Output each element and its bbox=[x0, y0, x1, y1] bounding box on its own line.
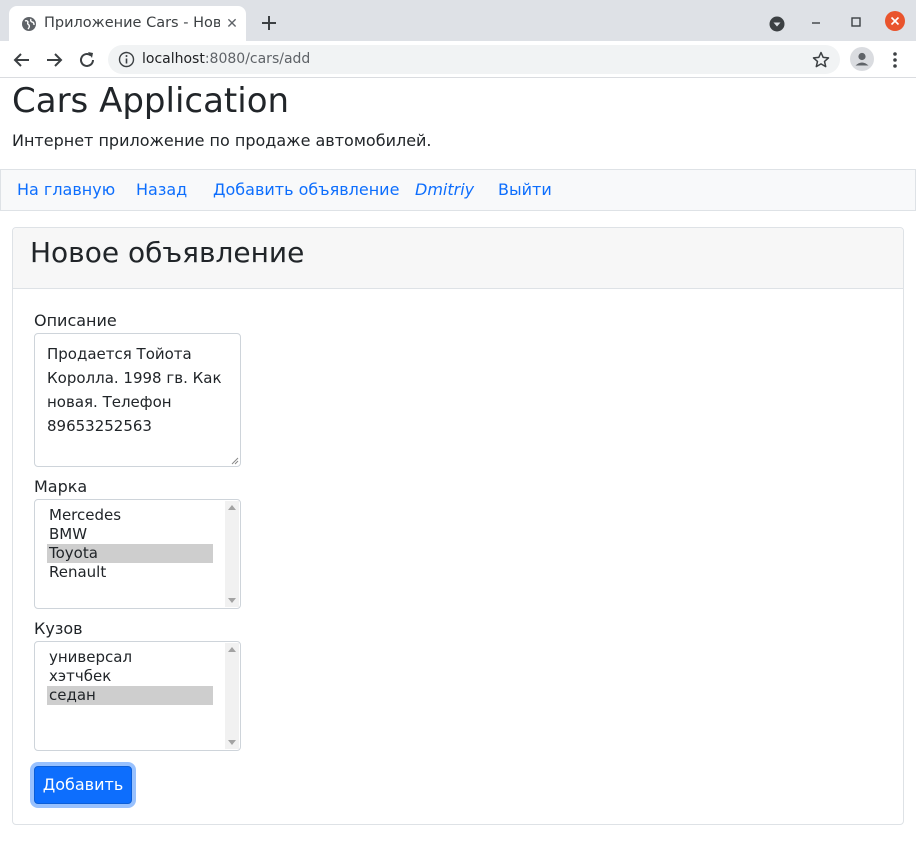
reload-icon[interactable] bbox=[76, 49, 98, 71]
browser-tabstrip: Приложение Cars - Новое объявление ✕ bbox=[0, 0, 916, 41]
browser-toolbar: localhost:8080/cars/add bbox=[0, 41, 916, 78]
body-label: Кузов bbox=[34, 619, 83, 638]
description-text: Продается Тойота Королла. 1998 гв. Как н… bbox=[47, 345, 227, 435]
brand-option[interactable]: Renault bbox=[47, 563, 213, 582]
window-close-button[interactable] bbox=[885, 11, 905, 31]
menu-icon[interactable] bbox=[766, 12, 788, 34]
nav-back-link[interactable]: Назад bbox=[136, 180, 187, 199]
minimize-icon[interactable] bbox=[805, 12, 827, 34]
nav-add-ad-link[interactable]: Добавить объявление bbox=[213, 180, 399, 199]
body-scrollbar[interactable] bbox=[225, 643, 239, 749]
back-icon[interactable] bbox=[11, 49, 33, 71]
new-ad-card: Новое объявление Описание Продается Тойо… bbox=[12, 227, 904, 825]
scroll-up-icon[interactable] bbox=[228, 505, 236, 510]
maximize-icon[interactable] bbox=[845, 12, 867, 34]
tab-title: Приложение Cars - Новое объявление bbox=[44, 15, 220, 31]
address-bar[interactable]: localhost:8080/cars/add bbox=[108, 45, 840, 74]
nav-logout-link[interactable]: Выйти bbox=[498, 180, 552, 199]
brand-label: Марка bbox=[34, 477, 88, 496]
profile-icon bbox=[855, 52, 869, 66]
brand-option[interactable]: Mercedes bbox=[47, 506, 213, 525]
brand-select[interactable]: Mercedes BMW Toyota Renault bbox=[34, 499, 241, 609]
add-submit-button[interactable]: Добавить bbox=[34, 766, 132, 804]
brand-option-selected[interactable]: Toyota bbox=[47, 544, 213, 563]
forward-icon[interactable] bbox=[43, 49, 65, 71]
app-subtitle: Интернет приложение по продаже автомобил… bbox=[12, 131, 432, 150]
globe-icon bbox=[22, 17, 36, 31]
url-path: :8080/cars/add bbox=[204, 51, 311, 67]
scroll-down-icon[interactable] bbox=[228, 598, 236, 603]
scroll-up-icon[interactable] bbox=[228, 647, 236, 652]
navbar: На главную Назад Добавить объявление Dmi… bbox=[0, 169, 916, 211]
plus-icon[interactable] bbox=[258, 12, 280, 34]
browser-tab[interactable]: Приложение Cars - Новое объявление ✕ bbox=[9, 6, 246, 41]
menu-icon[interactable] bbox=[884, 49, 906, 71]
description-textarea[interactable]: Продается Тойота Королла. 1998 гв. Как н… bbox=[34, 333, 241, 467]
info-icon[interactable] bbox=[118, 51, 135, 68]
brand-scrollbar[interactable] bbox=[225, 501, 239, 607]
card-title: Новое объявление bbox=[30, 236, 305, 269]
close-icon[interactable]: ✕ bbox=[223, 15, 241, 33]
resize-handle-icon[interactable] bbox=[231, 457, 239, 465]
close-icon bbox=[890, 16, 900, 26]
star-icon[interactable] bbox=[811, 50, 831, 70]
scroll-down-icon[interactable] bbox=[228, 740, 236, 745]
page-content: Cars Application Интернет приложение по … bbox=[0, 79, 916, 855]
profile-button[interactable] bbox=[850, 47, 874, 71]
body-option-selected[interactable]: седан bbox=[47, 686, 213, 705]
body-select[interactable]: универсал хэтчбек седан bbox=[34, 641, 241, 751]
description-label: Описание bbox=[34, 311, 117, 330]
body-option[interactable]: хэтчбек bbox=[47, 667, 213, 686]
brand-option[interactable]: BMW bbox=[47, 525, 213, 544]
nav-user-link[interactable]: Dmitriy bbox=[415, 180, 474, 199]
nav-home-link[interactable]: На главную bbox=[17, 180, 115, 199]
url-host: localhost bbox=[142, 51, 205, 67]
address-url: localhost:8080/cars/add bbox=[142, 51, 310, 67]
body-option[interactable]: универсал bbox=[47, 648, 213, 667]
app-title: Cars Application bbox=[12, 81, 290, 121]
card-header: Новое объявление bbox=[13, 228, 903, 289]
